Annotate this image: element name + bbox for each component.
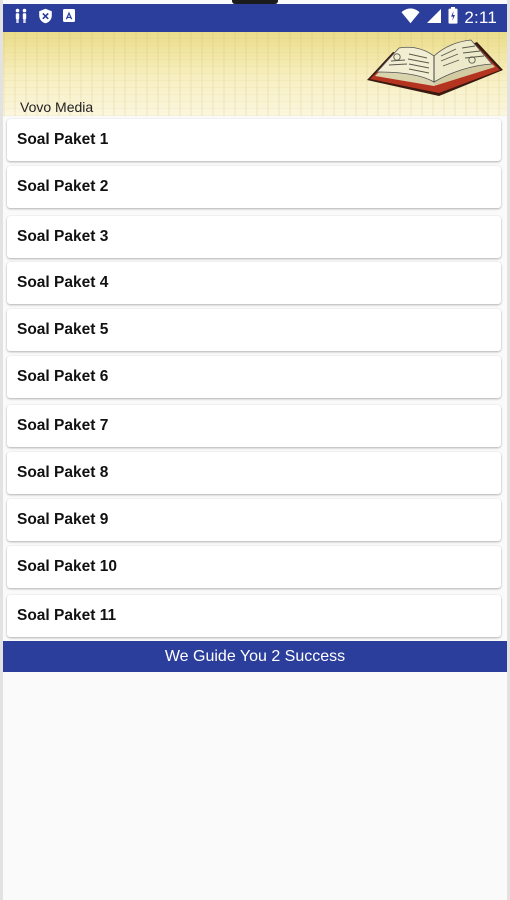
list-item-label: Soal Paket 9 xyxy=(17,511,109,528)
list-item-label: Soal Paket 8 xyxy=(17,464,109,481)
list-item-soal-paket-11[interactable]: Soal Paket 11 xyxy=(7,595,501,637)
battery-icon xyxy=(448,7,458,29)
list-item-label: Soal Paket 3 xyxy=(17,228,109,245)
list-item-soal-paket-6[interactable]: Soal Paket 6 xyxy=(7,356,501,398)
shield-icon xyxy=(38,8,53,29)
list-item-label: Soal Paket 11 xyxy=(17,607,117,624)
status-system-icons: 2:11 xyxy=(401,7,497,29)
list-item-soal-paket-5[interactable]: Soal Paket 5 xyxy=(7,309,501,351)
list-item-soal-paket-2[interactable]: Soal Paket 2 xyxy=(7,166,501,208)
list-item-label: Soal Paket 5 xyxy=(17,321,109,338)
list-item-soal-paket-1[interactable]: Soal Paket 1 xyxy=(7,119,501,161)
status-time: 2:11 xyxy=(464,8,497,27)
list-item-soal-paket-9[interactable]: Soal Paket 9 xyxy=(7,499,501,541)
list-item-label: Soal Paket 2 xyxy=(17,178,109,195)
wifi-icon xyxy=(401,7,420,29)
app-header: Vovo Media xyxy=(3,32,507,116)
list-item-soal-paket-3[interactable]: Soal Paket 3 xyxy=(7,216,501,258)
list-item-label: Soal Paket 4 xyxy=(17,274,109,291)
list-item-label: Soal Paket 6 xyxy=(17,368,109,385)
list-item-soal-paket-7[interactable]: Soal Paket 7 xyxy=(7,405,501,447)
empty-content-area xyxy=(3,672,507,900)
status-notification-icons xyxy=(13,8,76,28)
list-item-soal-paket-4[interactable]: Soal Paket 4 xyxy=(7,262,501,304)
list-item-soal-paket-8[interactable]: Soal Paket 8 xyxy=(7,452,501,494)
list-item-soal-paket-10[interactable]: Soal Paket 10 xyxy=(7,546,501,588)
status-bar: 2:11 xyxy=(3,4,507,32)
banner-text: We Guide You 2 Success xyxy=(164,647,346,665)
accessibility-icon xyxy=(13,8,29,29)
open-book-icon xyxy=(367,39,503,96)
header-title: Vovo Media xyxy=(20,99,94,115)
list-item-label: Soal Paket 7 xyxy=(17,417,109,434)
store-icon xyxy=(62,8,76,28)
list-item-label: Soal Paket 1 xyxy=(17,131,109,148)
footer-banner: We Guide You 2 Success xyxy=(3,641,507,672)
list-item-label: Soal Paket 10 xyxy=(17,558,117,575)
app-screen: 2:11 Vovo Media Soal Paket 1 Soal Paket … xyxy=(0,0,510,900)
signal-icon xyxy=(426,8,442,29)
